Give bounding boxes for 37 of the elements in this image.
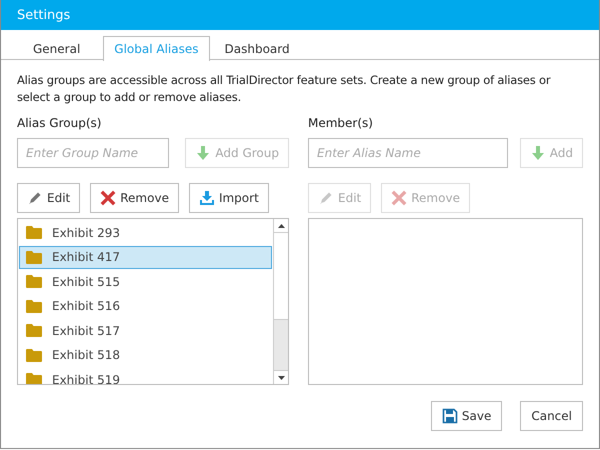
list-item[interactable]: Exhibit 516: [19, 294, 272, 318]
folder-icon: [26, 348, 42, 362]
folder-icon: [26, 324, 42, 337]
download-icon: [198, 190, 215, 206]
folder-icon: [26, 300, 42, 312]
description-text: Alias groups are accessible across all TrialDirector feature sets. Create a new group of aliases or select a group to add or remove aliases.: [17, 72, 552, 106]
close-icon: [100, 190, 116, 206]
import-button[interactable]: Import: [188, 183, 269, 213]
section-label: Member(s): [308, 116, 374, 132]
edit-button[interactable]: Edit: [17, 183, 80, 213]
list-item[interactable]: Exhibit 293: [19, 221, 272, 244]
folder-icon: [26, 250, 42, 264]
arrow-down-icon: [195, 145, 212, 161]
list-item[interactable]: Exhibit 515: [19, 270, 272, 293]
window-title: Settings: [17, 8, 70, 22]
tab[interactable]: General: [8, 36, 100, 60]
tab[interactable]: Dashboard: [214, 36, 301, 60]
list-item[interactable]: Exhibit 417: [19, 246, 272, 268]
folder-icon: [26, 226, 42, 239]
pencil-icon: [318, 190, 334, 206]
folder-icon: [26, 373, 42, 384]
list-item[interactable]: Exhibit 518: [19, 344, 272, 366]
cancel-button[interactable]: Cancel: [520, 401, 583, 431]
list-item[interactable]: Exhibit 517: [19, 319, 272, 342]
text-field[interactable]: Enter Group Name: [17, 138, 169, 168]
scroll-up-icon[interactable]: [278, 224, 284, 228]
scroll-down-icon[interactable]: [278, 376, 284, 380]
list-item[interactable]: Exhibit 519: [19, 368, 272, 384]
save-button[interactable]: Save: [430, 401, 502, 431]
remove-button[interactable]: Remove: [90, 183, 179, 213]
scrollbar[interactable]: [273, 219, 288, 384]
folder-icon: [26, 275, 42, 288]
section-label: Alias Group(s): [17, 116, 102, 132]
pencil-icon: [27, 190, 43, 206]
text-field[interactable]: Enter Alias Name: [308, 138, 508, 168]
close-icon: [391, 190, 408, 206]
arrow-down-icon: [530, 145, 546, 161]
